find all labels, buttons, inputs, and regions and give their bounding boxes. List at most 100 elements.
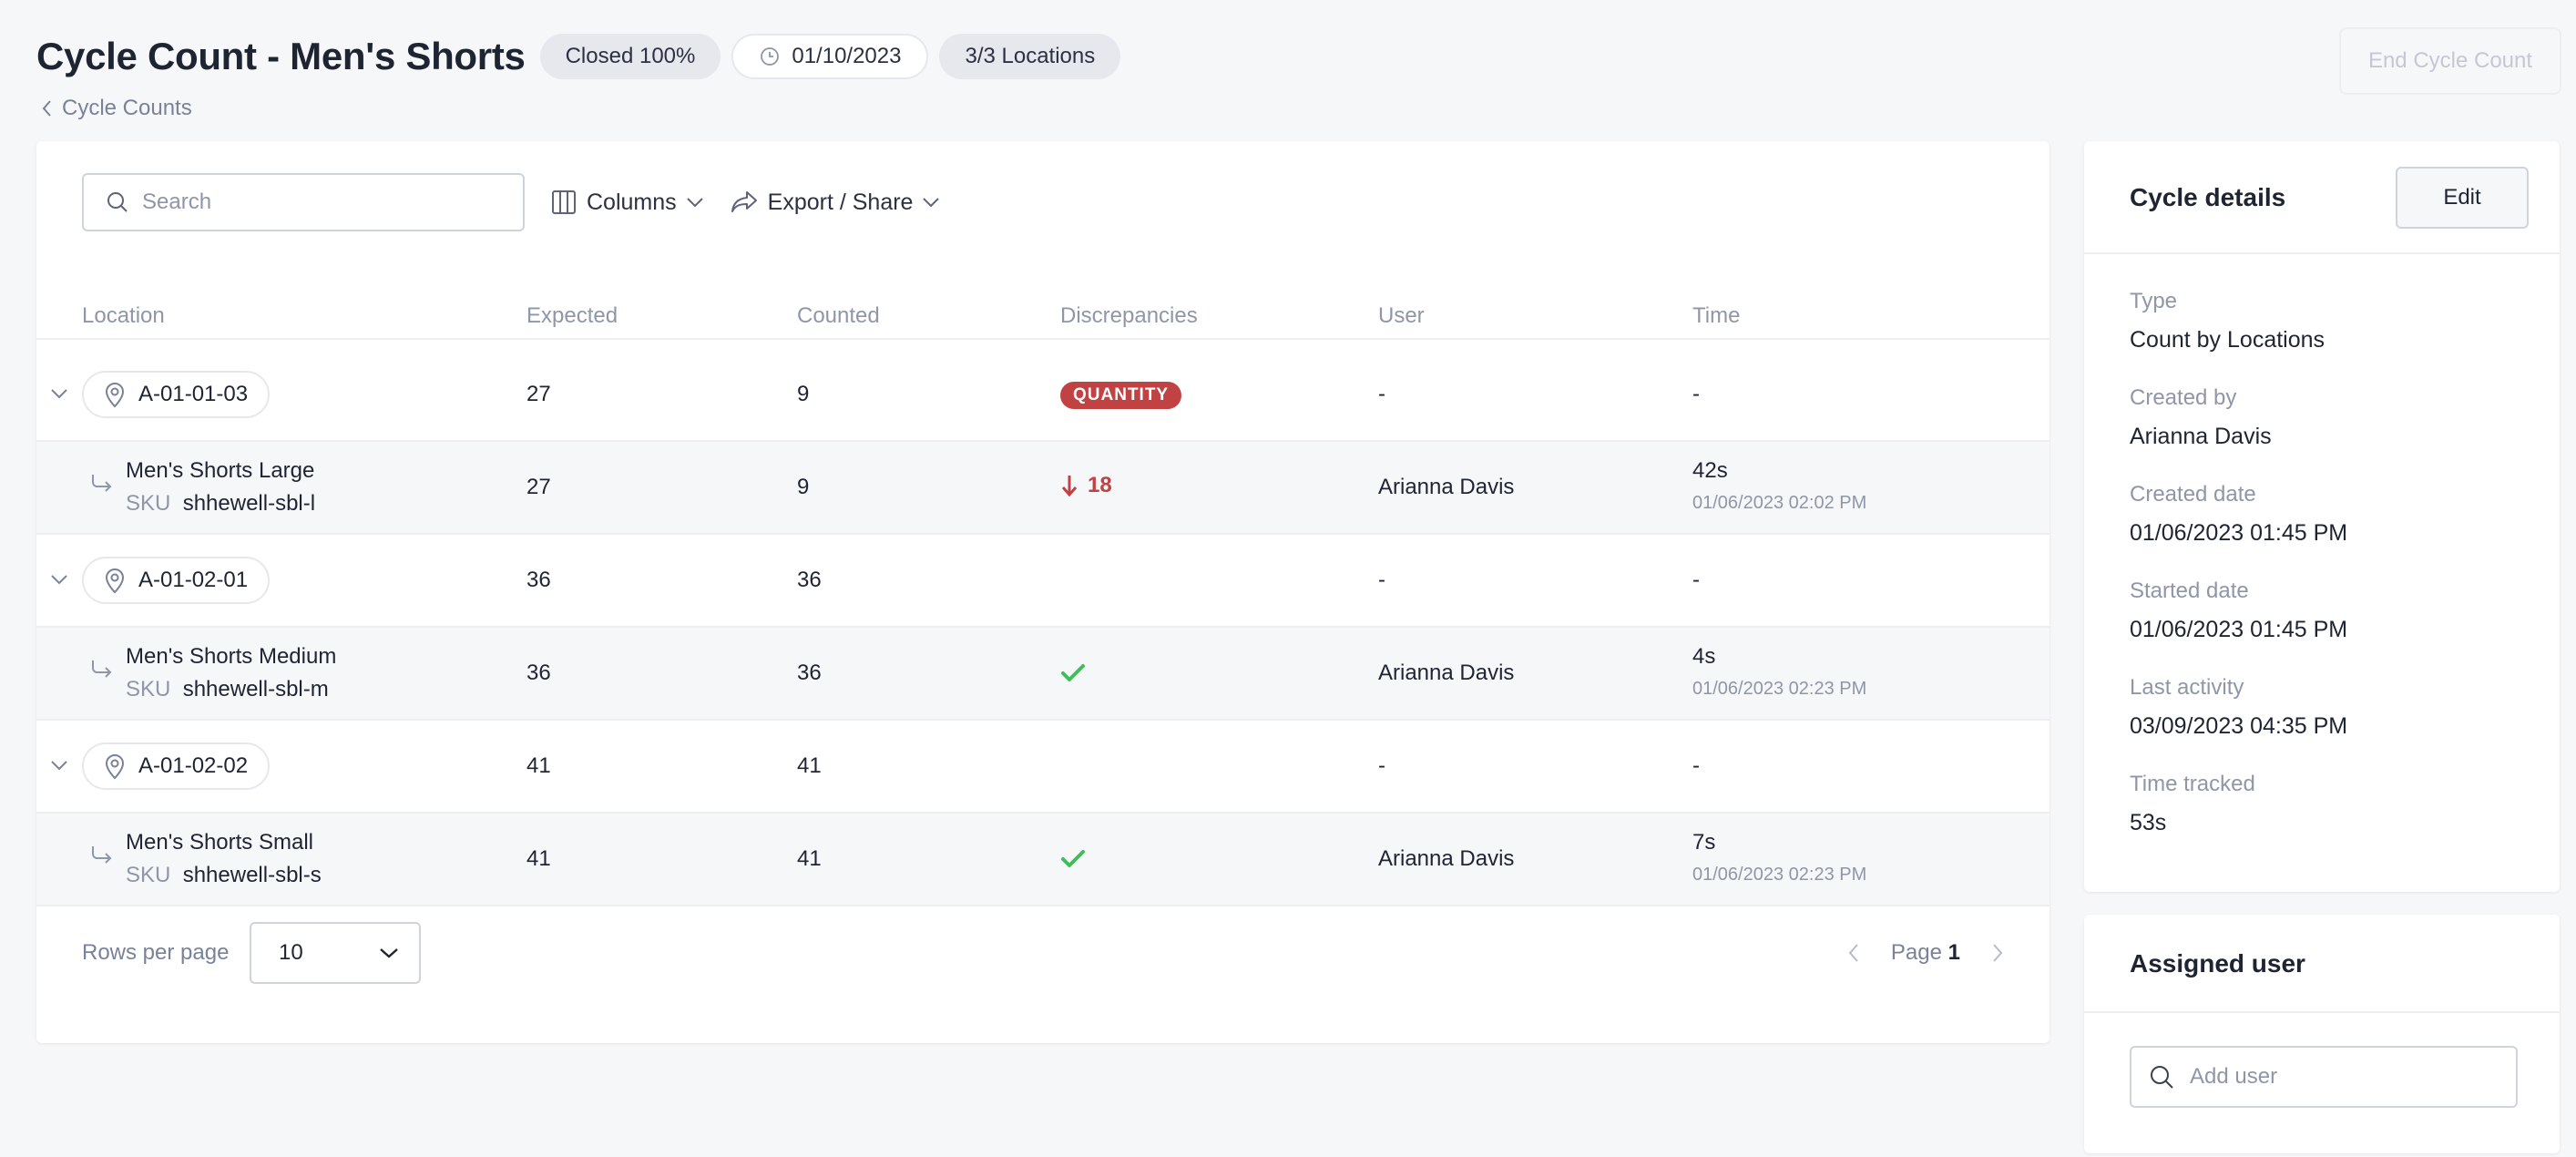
item-row[interactable]: Men's Shorts Small SKU shhewell-sbl-s 41…	[36, 814, 2050, 906]
detail-value: 03/09/2023 04:35 PM	[2130, 713, 2348, 739]
add-user-input[interactable]	[2190, 1064, 2499, 1090]
search-box[interactable]	[82, 173, 525, 231]
time-timestamp: 01/06/2023 02:02 PM	[1692, 493, 1867, 513]
arrow-down-icon	[1060, 474, 1078, 497]
detail-last-activity: Last activity 03/09/2023 04:35 PM	[2130, 675, 2347, 740]
quantity-discrepancy-badge: QUANTITY	[1060, 382, 1182, 409]
time-duration: 7s	[1692, 830, 1716, 855]
sku-value: shhewell-sbl-l	[182, 491, 316, 516]
expand-chevron-icon[interactable]	[49, 755, 69, 775]
expected-value: 41	[526, 753, 551, 778]
breadcrumb-label: Cycle Counts	[62, 96, 192, 120]
sku-label: SKU	[126, 677, 171, 701]
counted-value: 9	[797, 382, 810, 406]
table-header: Location Expected Counted Discrepancies …	[36, 292, 2050, 340]
item-name: Men's Shorts Medium	[126, 644, 337, 669]
time-value: -	[1692, 753, 1700, 778]
column-header-user[interactable]: User	[1378, 292, 1425, 340]
clock-icon	[759, 46, 781, 67]
detail-value: Arianna Davis	[2130, 424, 2272, 449]
edit-button[interactable]: Edit	[2396, 167, 2529, 229]
detail-label: Created by	[2130, 385, 2237, 410]
detail-label: Time tracked	[2130, 772, 2255, 796]
detail-time-tracked: Time tracked 53s	[2130, 772, 2255, 836]
user-value: Arianna Davis	[1378, 846, 1515, 871]
location-code: A-01-02-02	[138, 753, 249, 778]
expand-chevron-icon[interactable]	[49, 569, 69, 589]
item-sku: SKU shhewell-sbl-s	[126, 863, 322, 888]
chevron-down-icon	[922, 196, 940, 209]
page-indicator: Page 1	[1891, 940, 1960, 966]
detail-label: Type	[2130, 289, 2178, 313]
check-icon	[1060, 848, 1086, 870]
column-header-time[interactable]: Time	[1692, 292, 1740, 340]
previous-page-button[interactable]	[1847, 942, 1860, 964]
sku-value: shhewell-sbl-s	[182, 863, 322, 887]
pagination: Page 1	[1847, 922, 2004, 984]
item-row[interactable]: Men's Shorts Medium SKU shhewell-sbl-m 3…	[36, 628, 2050, 721]
counted-value: 9	[797, 475, 810, 499]
user-value: -	[1378, 568, 1385, 592]
child-arrow-icon	[89, 843, 115, 868]
column-header-expected[interactable]: Expected	[526, 292, 618, 340]
time-value: -	[1692, 382, 1700, 406]
chevron-left-icon	[40, 98, 55, 118]
expected-value: 27	[526, 382, 551, 406]
user-value: -	[1378, 382, 1385, 406]
time-duration: 4s	[1692, 644, 1716, 669]
rows-per-page-select[interactable]: 10	[250, 922, 421, 984]
expand-chevron-icon[interactable]	[49, 384, 69, 404]
location-code: A-01-01-03	[138, 382, 249, 406]
chevron-down-icon	[686, 196, 704, 209]
locations-label: 3/3 Locations	[965, 44, 1096, 68]
locations-badge: 3/3 Locations	[939, 34, 1121, 79]
location-code: A-01-02-01	[138, 568, 249, 592]
location-row[interactable]: A-01-02-01 36 36 - -	[36, 535, 2050, 628]
column-header-location[interactable]: Location	[82, 292, 165, 340]
assigned-user-card: Assigned user	[2084, 915, 2560, 1153]
rows-per-page-value: 10	[279, 940, 303, 965]
detail-created-date: Created date 01/06/2023 01:45 PM	[2130, 482, 2347, 547]
time-timestamp: 01/06/2023 02:23 PM	[1692, 865, 1867, 885]
location-badge: A-01-01-03	[82, 371, 271, 418]
item-name: Men's Shorts Small	[126, 830, 313, 855]
child-arrow-icon	[89, 657, 115, 682]
detail-created-by: Created by Arianna Davis	[2130, 385, 2272, 450]
detail-value: 01/06/2023 01:45 PM	[2130, 617, 2348, 642]
check-icon	[1060, 662, 1086, 684]
columns-label: Columns	[587, 189, 677, 215]
location-badge: A-01-02-01	[82, 557, 271, 604]
discrepancy-amount: 18	[1088, 473, 1112, 497]
column-header-counted[interactable]: Counted	[797, 292, 880, 340]
location-row[interactable]: A-01-01-03 27 9 QUANTITY - -	[36, 349, 2050, 442]
time-duration: 42s	[1692, 458, 1728, 483]
detail-value: 01/06/2023 01:45 PM	[2130, 520, 2348, 546]
assigned-user-title: Assigned user	[2130, 949, 2305, 978]
item-row[interactable]: Men's Shorts Large SKU shhewell-sbl-l 27…	[36, 442, 2050, 535]
cycle-details-card: Cycle details Edit Type Count by Locatio…	[2084, 141, 2560, 892]
item-sku: SKU shhewell-sbl-m	[126, 677, 329, 702]
export-share-button[interactable]: Export / Share	[730, 189, 941, 216]
columns-button[interactable]: Columns	[550, 189, 704, 216]
sku-label: SKU	[126, 863, 171, 887]
next-page-button[interactable]	[1991, 942, 2004, 964]
map-pin-icon	[104, 381, 126, 408]
page-number: 1	[1947, 940, 1960, 965]
location-row[interactable]: A-01-02-02 41 41 - -	[36, 721, 2050, 814]
counted-value: 41	[797, 753, 822, 778]
detail-label: Created date	[2130, 482, 2256, 507]
page-label: Page	[1890, 940, 1942, 965]
child-arrow-icon	[89, 471, 115, 497]
sku-value: shhewell-sbl-m	[182, 677, 329, 701]
counted-value: 36	[797, 660, 822, 685]
user-value: -	[1378, 753, 1385, 778]
user-value: Arianna Davis	[1378, 660, 1515, 685]
user-value: Arianna Davis	[1378, 475, 1515, 499]
add-user-box[interactable]	[2130, 1046, 2518, 1108]
end-cycle-count-button[interactable]: End Cycle Count	[2339, 27, 2561, 95]
map-pin-icon	[104, 567, 126, 594]
column-header-discrepancies[interactable]: Discrepancies	[1060, 292, 1198, 340]
location-badge: A-01-02-02	[82, 742, 271, 790]
breadcrumb-back-link[interactable]: Cycle Counts	[40, 96, 192, 121]
search-input[interactable]	[142, 189, 488, 215]
